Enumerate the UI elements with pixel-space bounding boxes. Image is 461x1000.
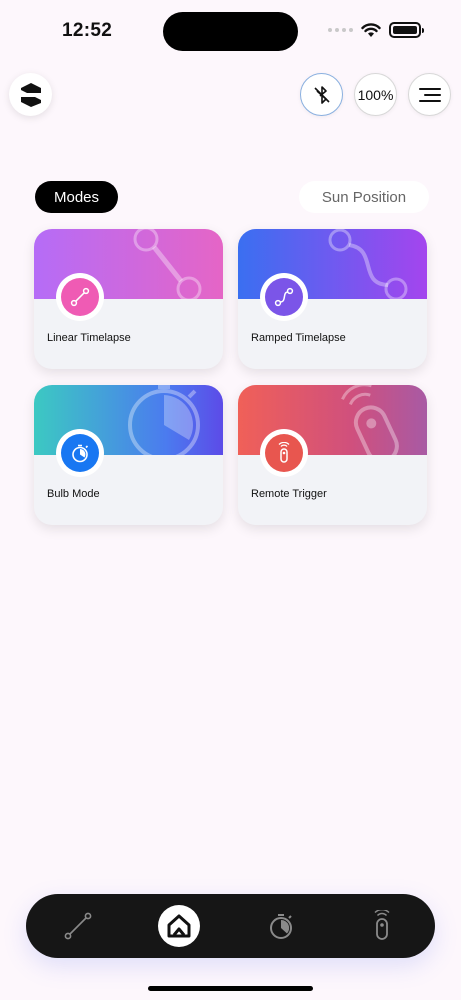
logo-icon bbox=[20, 82, 41, 107]
mode-card-linear-timelapse[interactable]: Linear Timelapse bbox=[34, 229, 223, 369]
card-label: Linear Timelapse bbox=[47, 332, 131, 344]
tab-modes[interactable]: Modes bbox=[35, 181, 118, 213]
nav-bulb-mode[interactable] bbox=[260, 905, 302, 947]
home-indicator bbox=[148, 986, 313, 991]
nav-home[interactable] bbox=[158, 905, 200, 947]
linear-timelapse-icon bbox=[64, 912, 92, 940]
mode-card-bulb-mode[interactable]: Bulb Mode bbox=[34, 385, 223, 525]
wifi-icon bbox=[361, 22, 381, 37]
app-logo[interactable] bbox=[9, 73, 52, 116]
bluetooth-button[interactable] bbox=[300, 73, 343, 116]
mode-card-ramped-timelapse[interactable]: Ramped Timelapse bbox=[238, 229, 427, 369]
bottom-nav bbox=[26, 894, 435, 958]
dynamic-island bbox=[163, 12, 298, 51]
ramped-curve-icon bbox=[260, 273, 308, 321]
bluetooth-off-icon bbox=[313, 85, 330, 104]
remote-icon bbox=[260, 429, 308, 477]
home-icon bbox=[167, 914, 191, 938]
nav-remote-trigger[interactable] bbox=[361, 905, 403, 947]
menu-button[interactable] bbox=[408, 73, 451, 116]
stopwatch-icon bbox=[270, 914, 292, 939]
card-label: Remote Trigger bbox=[251, 488, 327, 500]
status-time: 12:52 bbox=[62, 20, 113, 41]
remote-icon bbox=[374, 910, 390, 940]
status-icons bbox=[328, 22, 424, 38]
tab-sun-position[interactable]: Sun Position bbox=[299, 181, 429, 213]
mode-card-remote-trigger[interactable]: Remote Trigger bbox=[238, 385, 427, 525]
battery-icon bbox=[389, 22, 424, 38]
card-label: Ramped Timelapse bbox=[251, 332, 346, 344]
stopwatch-icon bbox=[56, 429, 104, 477]
nav-linear-timelapse[interactable] bbox=[57, 905, 99, 947]
card-label: Bulb Mode bbox=[47, 488, 100, 500]
menu-icon bbox=[418, 87, 441, 102]
device-battery-label: 100% bbox=[357, 86, 394, 103]
cellular-signal-icon bbox=[328, 28, 353, 32]
device-battery-button[interactable]: 100% bbox=[354, 73, 397, 116]
linear-path-icon bbox=[56, 273, 104, 321]
